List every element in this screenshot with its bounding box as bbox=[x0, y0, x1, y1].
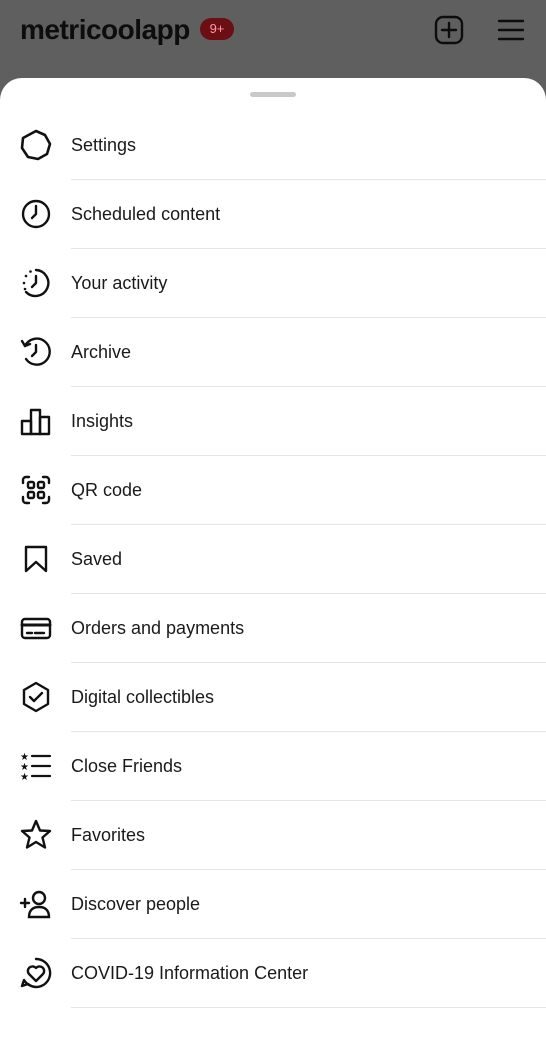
menu-bottom-sheet: Settings Scheduled content Your activity… bbox=[0, 78, 546, 1038]
menu-item-label: Your activity bbox=[71, 273, 168, 293]
menu-item-label: Discover people bbox=[71, 894, 201, 914]
menu-item-label: Insights bbox=[71, 411, 134, 431]
menu-item-label: QR code bbox=[71, 480, 143, 500]
menu-item-your-activity[interactable]: Your activity bbox=[0, 249, 546, 318]
activity-clock-icon bbox=[18, 265, 54, 301]
menu-item-label: Digital collectibles bbox=[71, 687, 215, 707]
qr-code-icon bbox=[18, 472, 54, 508]
divider bbox=[71, 1007, 546, 1008]
menu-item-discover-people[interactable]: Discover people bbox=[0, 870, 546, 939]
hamburger-menu-icon[interactable] bbox=[495, 14, 527, 46]
menu-item-saved[interactable]: Saved bbox=[0, 525, 546, 594]
menu-item-label: Archive bbox=[71, 342, 132, 362]
heart-badge-icon bbox=[18, 955, 54, 991]
menu-item-label: Close Friends bbox=[71, 756, 183, 776]
menu-item-insights[interactable]: Insights bbox=[0, 387, 546, 456]
archive-history-icon bbox=[18, 334, 54, 370]
menu-item-archive[interactable]: Archive bbox=[0, 318, 546, 387]
menu-item-orders-and-payments[interactable]: Orders and payments bbox=[0, 594, 546, 663]
star-icon bbox=[18, 817, 54, 853]
clock-icon bbox=[18, 196, 54, 232]
menu-item-label: Favorites bbox=[71, 825, 146, 845]
menu-item-qr-code[interactable]: QR code bbox=[0, 456, 546, 525]
notification-badge: 9+ bbox=[200, 18, 234, 40]
menu-list: Settings Scheduled content Your activity… bbox=[0, 111, 546, 1008]
gear-icon bbox=[18, 127, 54, 163]
svg-text:★: ★ bbox=[20, 772, 29, 783]
star-list-icon: ★ ★ ★ bbox=[18, 748, 54, 784]
bookmark-icon bbox=[18, 541, 54, 577]
card-icon bbox=[18, 610, 54, 646]
menu-item-label: COVID-19 Information Center bbox=[71, 963, 309, 983]
menu-item-label: Orders and payments bbox=[71, 618, 245, 638]
menu-item-label: Saved bbox=[71, 549, 123, 569]
add-square-icon[interactable] bbox=[433, 14, 465, 46]
bar-chart-icon bbox=[18, 403, 54, 439]
top-bar: metricoolapp 9+ bbox=[0, 0, 546, 80]
menu-item-covid-19-information-center[interactable]: COVID-19 Information Center bbox=[0, 939, 546, 1008]
menu-item-close-friends[interactable]: ★ ★ ★ Close Friends bbox=[0, 732, 546, 801]
menu-item-favorites[interactable]: Favorites bbox=[0, 801, 546, 870]
menu-item-label: Settings bbox=[71, 135, 137, 155]
menu-item-scheduled-content[interactable]: Scheduled content bbox=[0, 180, 546, 249]
drag-handle[interactable] bbox=[250, 92, 296, 97]
menu-item-label: Scheduled content bbox=[71, 204, 221, 224]
verified-shield-icon bbox=[18, 679, 54, 715]
menu-item-digital-collectibles[interactable]: Digital collectibles bbox=[0, 663, 546, 732]
menu-item-settings[interactable]: Settings bbox=[0, 111, 546, 180]
add-person-icon bbox=[18, 886, 54, 922]
account-username[interactable]: metricoolapp bbox=[20, 14, 190, 46]
